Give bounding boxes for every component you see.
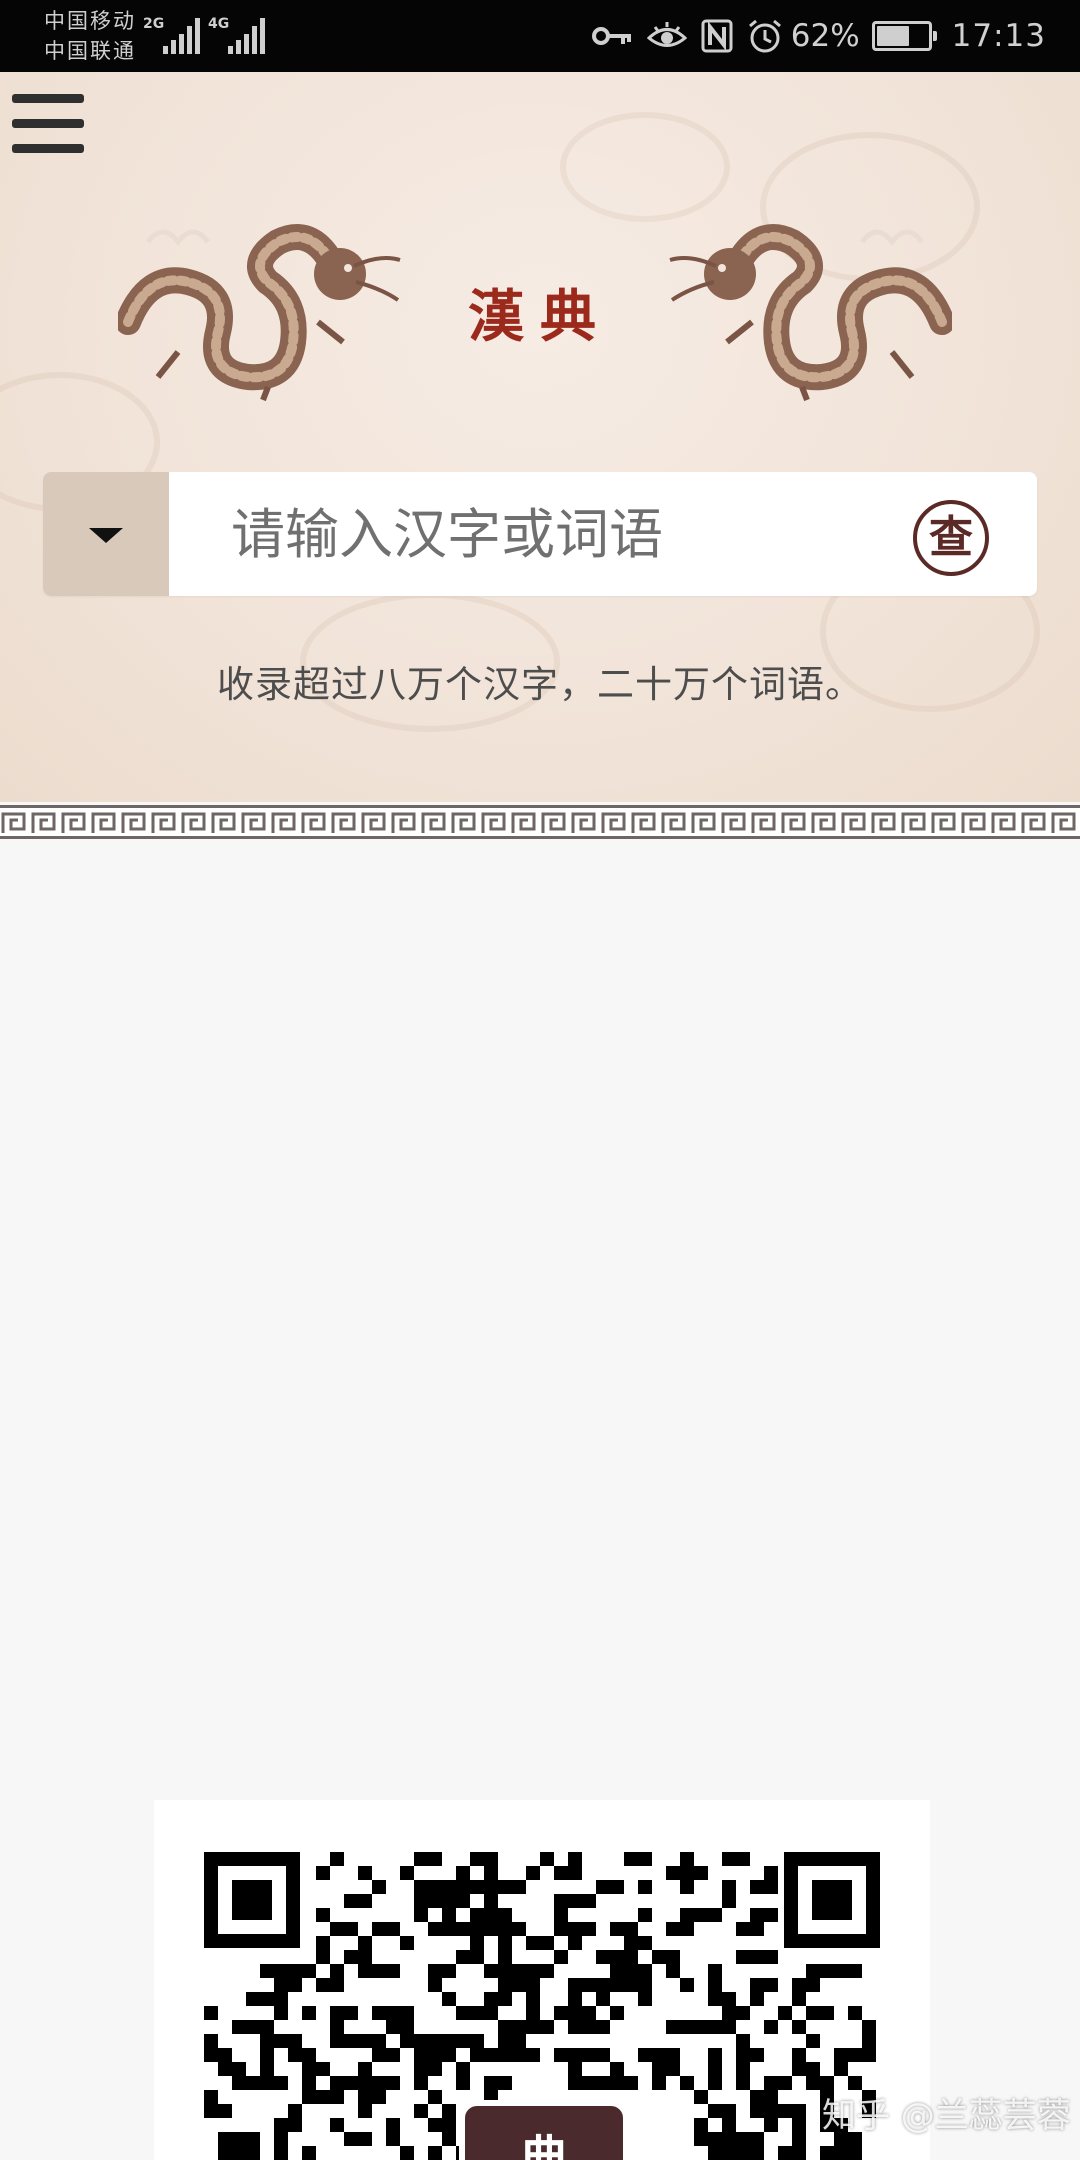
battery-percent: 62% — [790, 18, 860, 54]
search-bar: 查 — [43, 472, 1037, 596]
network-1-label: 2G — [143, 16, 165, 32]
alarm-icon — [748, 19, 781, 53]
watermark: 知乎 @兰蕊芸蓉 — [822, 2096, 1071, 2136]
header: 漢典 查 收录超过八万个汉字，二十万个词语。 — [0, 72, 1080, 802]
clock: 17:13 — [951, 18, 1046, 54]
carrier-group: 中国移动 中国联通 — [44, 6, 154, 66]
decorative-border — [0, 805, 1080, 839]
key-icon — [591, 27, 631, 45]
search-button-label: 查 — [929, 512, 973, 563]
qr-logo-text: 典 — [519, 2130, 569, 2160]
site-logo: 漢典 — [468, 284, 612, 350]
dragon-left-icon — [118, 224, 401, 402]
carrier-1-label: 中国移动 — [44, 9, 136, 33]
search-type-dropdown[interactable] — [43, 472, 169, 596]
tagline: 收录超过八万个汉字，二十万个词语。 — [217, 663, 863, 706]
caret-down-icon — [89, 528, 123, 543]
carrier-2-label: 中国联通 — [44, 39, 136, 63]
status-icons: 62% 17:13 — [577, 0, 1046, 72]
battery-fill — [876, 26, 909, 46]
search-button[interactable]: 查 — [913, 500, 989, 576]
search-input[interactable] — [169, 472, 929, 596]
menu-button[interactable] — [12, 94, 88, 160]
network-2-label: 4G — [208, 16, 230, 32]
qr-code-card: 典 — [154, 1800, 930, 2160]
dragon-right-icon — [669, 224, 952, 402]
qr-center-logo: 典 — [459, 2100, 629, 2160]
status-bar: 中国移动 中国联通 2G 4G 62% 17:13 — [0, 0, 1080, 72]
battery-icon — [871, 21, 937, 51]
eye-icon — [646, 22, 687, 47]
nfc-icon — [701, 19, 733, 53]
